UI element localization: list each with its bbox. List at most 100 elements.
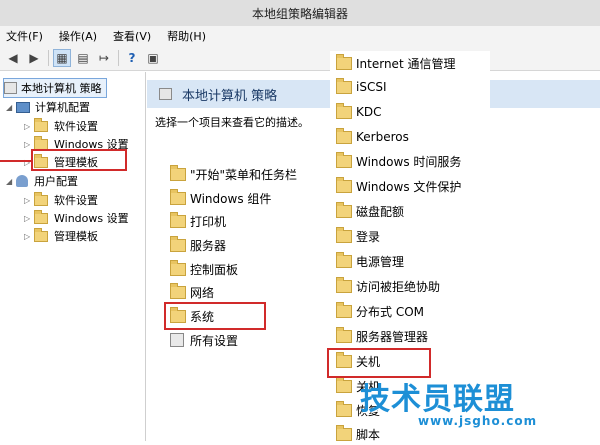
- title-bar: 本地组策略编辑器: [0, 0, 600, 26]
- list-item-label: iSCSI: [356, 80, 387, 94]
- view-toggle-icon[interactable]: ▣: [144, 49, 162, 67]
- list-item[interactable]: KDC: [336, 101, 382, 123]
- list-item[interactable]: 网络: [170, 281, 214, 303]
- list-item-label: 电源管理: [356, 254, 405, 269]
- menu-bar: 文件(F) 操作(A) 查看(V) 帮助(H): [0, 26, 600, 46]
- menu-view[interactable]: 查看(V): [113, 28, 151, 44]
- list-item-label: 服务器: [190, 238, 227, 253]
- main-header-title: 本地计算机 策略: [182, 88, 278, 104]
- collapse-arrow-icon[interactable]: ◢: [6, 103, 16, 112]
- folder-icon: [336, 151, 352, 168]
- folder-icon: [170, 235, 186, 252]
- folder-icon: [336, 424, 352, 441]
- tree-item-software-settings[interactable]: ▷ 软件设置: [24, 117, 98, 135]
- user-icon: [16, 175, 28, 187]
- list-item-all-settings[interactable]: 所有设置: [170, 329, 238, 351]
- tree-item-label: 软件设置: [54, 120, 98, 133]
- tree-item-computer-config[interactable]: ◢ 计算机配置: [6, 98, 90, 116]
- list-item[interactable]: Internet 通信管理: [336, 52, 455, 74]
- tree-item-user-software-settings[interactable]: ▷ 软件设置: [24, 191, 98, 209]
- list-item-label: 网络: [190, 285, 215, 300]
- folder-icon: [336, 53, 352, 70]
- list-item-label: Windows 组件: [190, 191, 272, 206]
- expand-arrow-icon[interactable]: ▷: [24, 232, 34, 241]
- menu-file[interactable]: 文件(F): [6, 28, 43, 44]
- folder-icon: [336, 176, 352, 193]
- folder-icon: [170, 259, 186, 276]
- list-item[interactable]: 控制面板: [170, 258, 238, 280]
- expand-arrow-icon[interactable]: ▷: [24, 140, 34, 149]
- list-item[interactable]: Kerberos: [336, 126, 409, 148]
- list-item-label: 打印机: [190, 214, 227, 229]
- folder-icon: [336, 400, 352, 417]
- list-item-label: 控制面板: [190, 262, 239, 277]
- tree-item-label: 计算机配置: [35, 101, 90, 114]
- tree-root[interactable]: 本地计算机 策略: [3, 78, 107, 98]
- folder-icon: [336, 301, 352, 318]
- forward-arrow-icon[interactable]: ▶: [25, 49, 43, 67]
- pointer-line: [0, 160, 31, 162]
- folder-icon: [170, 211, 186, 228]
- folder-icon: [170, 188, 186, 205]
- list-item[interactable]: 服务器管理器: [336, 325, 428, 347]
- folder-icon: [336, 226, 352, 243]
- list-item[interactable]: Windows 时间服务: [336, 150, 461, 172]
- menu-action[interactable]: 操作(A): [59, 28, 97, 44]
- list-item-label: Windows 时间服务: [356, 154, 462, 169]
- list-item-label: Windows 文件保护: [356, 179, 462, 194]
- list-item[interactable]: 登录: [336, 225, 380, 247]
- menu-help[interactable]: 帮助(H): [167, 28, 206, 44]
- list-item[interactable]: 磁盘配额: [336, 200, 404, 222]
- list-item-label: Internet 通信管理: [356, 56, 456, 71]
- list-item-label: 访问被拒绝协助: [356, 279, 441, 294]
- folder-icon: [170, 282, 186, 299]
- computer-icon: [16, 101, 30, 113]
- folder-icon: [34, 135, 48, 150]
- folder-icon: [336, 102, 352, 119]
- policy-icon: [159, 88, 172, 100]
- tree-item-label: 管理模板: [54, 230, 98, 243]
- list-item-label: Kerberos: [356, 130, 409, 144]
- watermark-url: www.jsgho.com: [418, 414, 538, 428]
- properties-icon[interactable]: ▤: [74, 49, 92, 67]
- folder-icon: [336, 201, 352, 218]
- list-item-label: 服务器管理器: [356, 329, 429, 344]
- expand-arrow-icon[interactable]: ▷: [24, 214, 34, 223]
- tree-item-user-config[interactable]: ◢ 用户配置: [6, 172, 78, 190]
- tree-item-label: 用户配置: [34, 175, 78, 188]
- expand-arrow-icon[interactable]: ▷: [24, 196, 34, 205]
- tree-item-user-admin-templates[interactable]: ▷ 管理模板: [24, 227, 98, 245]
- list-item[interactable]: 服务器: [170, 234, 226, 256]
- back-arrow-icon[interactable]: ◀: [4, 49, 22, 67]
- list-item[interactable]: "开始"菜单和任务栏: [170, 163, 297, 185]
- list-item[interactable]: 访问被拒绝协助: [336, 275, 440, 297]
- list-item-label: 分布式 COM: [356, 304, 424, 319]
- list-item[interactable]: 打印机: [170, 210, 226, 232]
- export-list-icon[interactable]: ↦: [95, 49, 113, 67]
- list-item[interactable]: 脚本: [336, 423, 380, 445]
- show-tree-icon[interactable]: ▦: [53, 49, 71, 67]
- policy-icon: [4, 82, 17, 94]
- list-item[interactable]: iSCSI: [336, 76, 387, 98]
- list-item[interactable]: Windows 文件保护: [336, 175, 461, 197]
- highlight-box-admin-templates: [31, 149, 127, 171]
- list-item-label: 所有设置: [190, 333, 239, 348]
- tree-item-user-windows-settings[interactable]: ▷ Windows 设置: [24, 209, 129, 227]
- list-item[interactable]: 电源管理: [336, 250, 404, 272]
- highlight-box-system: [164, 302, 266, 330]
- folder-icon: [336, 251, 352, 268]
- list-item[interactable]: Windows 组件: [170, 187, 271, 209]
- tree-root-label: 本地计算机 策略: [21, 82, 102, 95]
- list-item-label: "开始"菜单和任务栏: [190, 167, 298, 182]
- folder-icon: [34, 209, 48, 224]
- list-item-label: KDC: [356, 105, 382, 119]
- expand-arrow-icon[interactable]: ▷: [24, 122, 34, 131]
- help-icon[interactable]: ?: [123, 49, 141, 67]
- folder-icon: [34, 117, 48, 132]
- list-item[interactable]: 分布式 COM: [336, 300, 424, 322]
- list-item-label: 磁盘配额: [356, 204, 405, 219]
- folder-icon: [336, 127, 352, 144]
- collapse-arrow-icon[interactable]: ◢: [6, 177, 16, 186]
- folder-icon: [336, 326, 352, 343]
- folder-icon: [34, 191, 48, 206]
